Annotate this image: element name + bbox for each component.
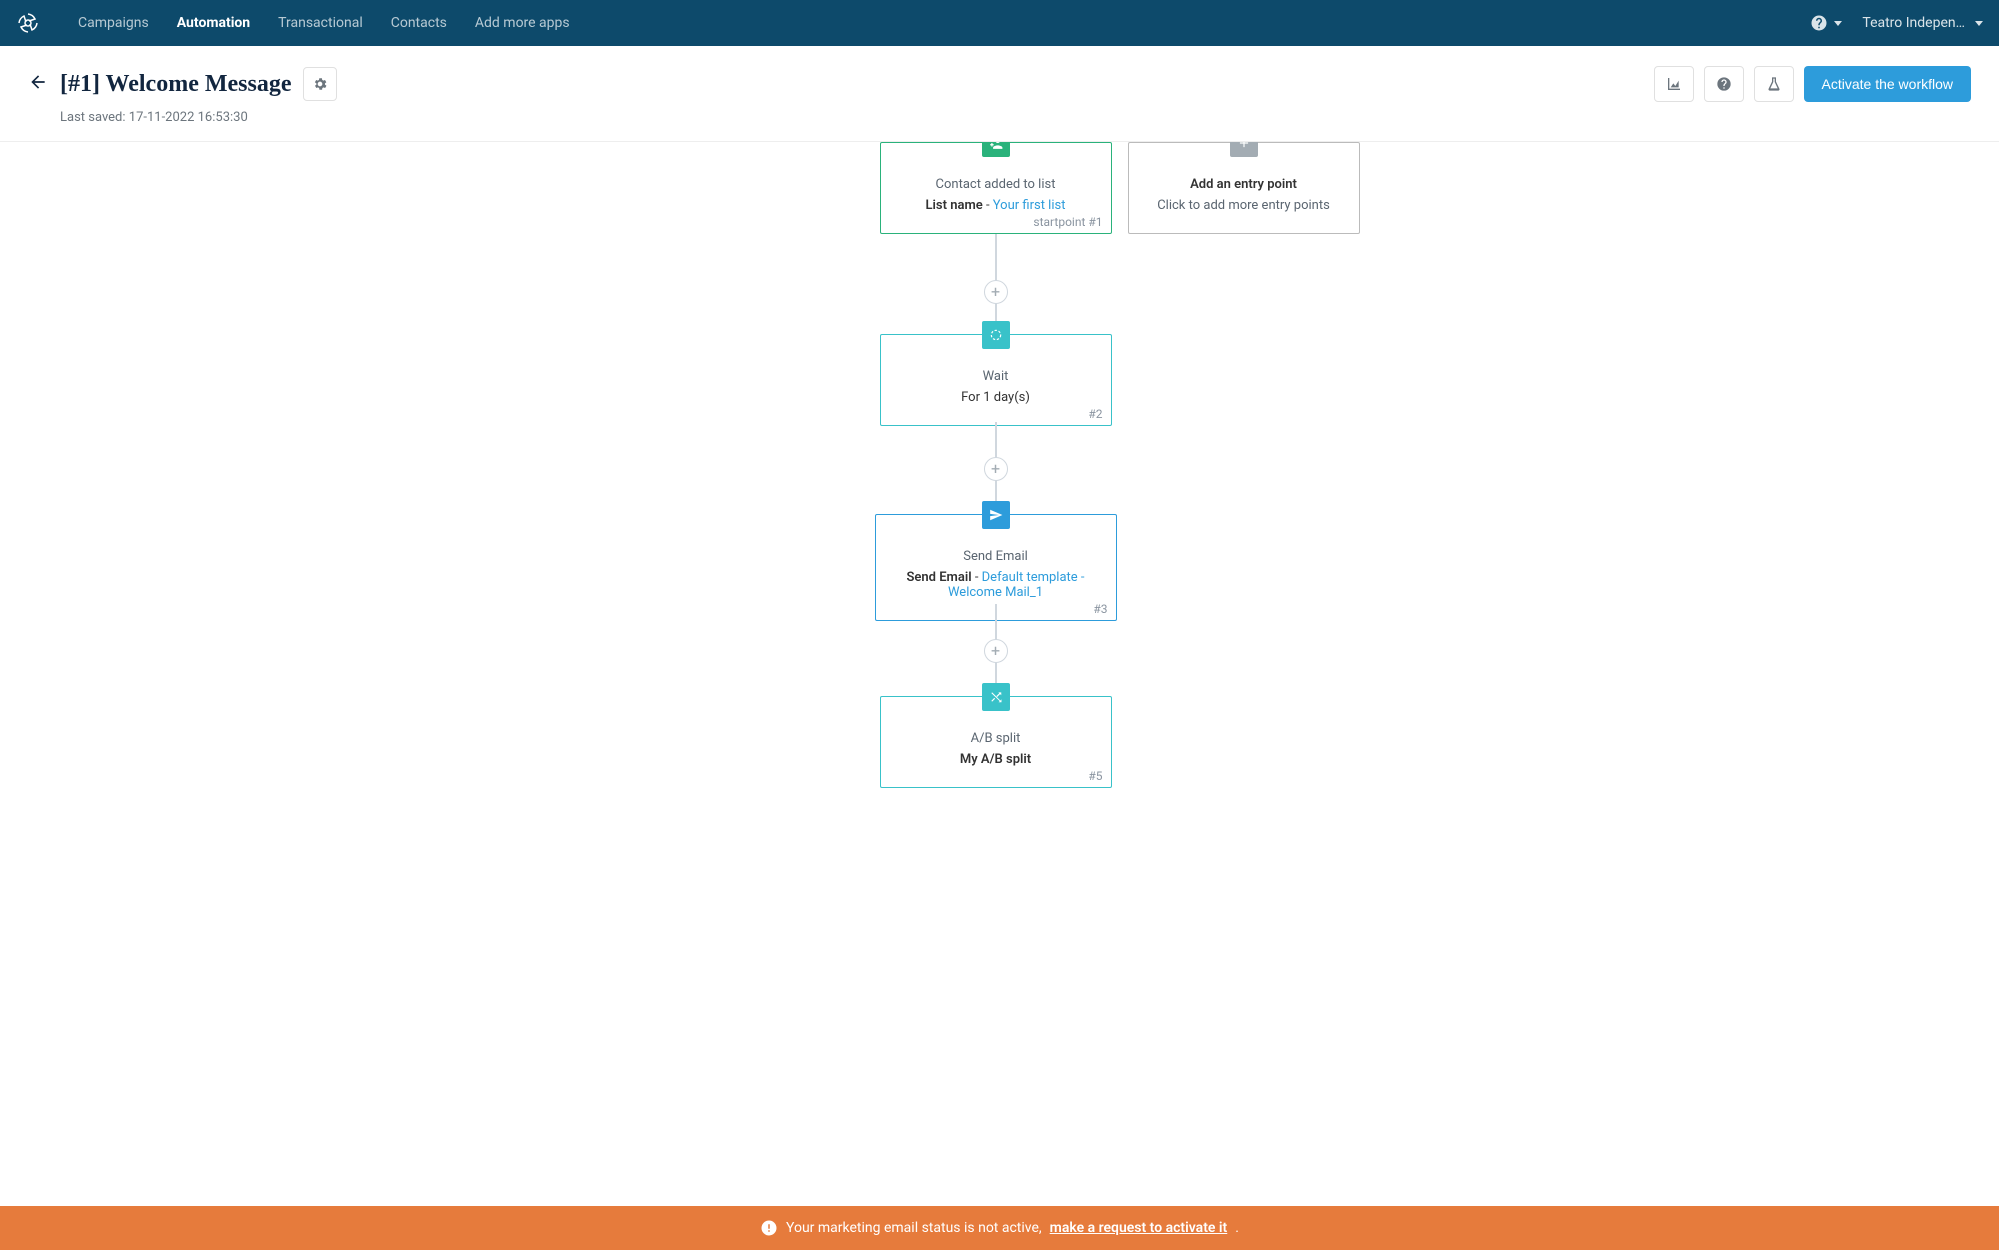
workflow-canvas[interactable]: Contact added to list List name - Your f… [0,142,1999,1210]
add-step-button[interactable]: + [984,280,1008,304]
nav-contacts[interactable]: Contacts [377,0,461,46]
node-wait[interactable]: Wait For 1 day(s) #2 [880,334,1112,426]
plus-icon [1237,142,1251,150]
wait-icon [989,328,1003,342]
node-wait-title: Wait [891,369,1101,384]
stats-button[interactable] [1654,66,1694,102]
node-split-desc-text: My A/B split [960,752,1031,767]
caret-down-icon [1975,21,1983,26]
last-saved: Last saved: 17-11-2022 16:53:30 [60,110,1971,125]
nav-items: Campaigns Automation Transactional Conta… [64,0,584,46]
node-add-entry[interactable]: Add an entry point Click to add more ent… [1128,142,1360,234]
banner-link[interactable]: make a request to activate it [1050,1220,1228,1236]
node-wait-cap [982,321,1010,349]
test-button[interactable] [1754,66,1794,102]
add-step-button[interactable]: + [984,639,1008,663]
nav-campaigns[interactable]: Campaigns [64,0,163,46]
status-banner: Your marketing email status is not activ… [0,1206,1999,1250]
flask-icon [1766,76,1782,92]
add-step-button[interactable]: + [984,457,1008,481]
last-saved-time: 17-11-2022 16:53:30 [129,110,248,125]
node-send-desc: Send Email - Default template -Welcome M… [886,570,1106,600]
nav-automation[interactable]: Automation [163,0,264,46]
activate-workflow-button[interactable]: Activate the workflow [1804,66,1972,102]
shuffle-icon [989,690,1003,704]
subheader-actions: Activate the workflow [1654,66,1972,102]
page-title: [#1] Welcome Message [60,71,291,98]
help-icon [1716,76,1732,92]
user-plus-icon [989,142,1003,150]
node-ab-split[interactable]: A/B split My A/B split #5 [880,696,1112,788]
nav-add-apps[interactable]: Add more apps [461,0,584,46]
subheader-row: [#1] Welcome Message Activate the workfl… [28,66,1971,102]
caret-down-icon [1834,21,1842,26]
node-split-title: A/B split [891,731,1101,746]
account-dropdown[interactable]: Teatro Indepen… [1862,15,1983,31]
node-wait-desc: For 1 day(s) [891,390,1101,405]
brand-logo[interactable] [16,11,40,35]
node-split-wrap: A/B split My A/B split #5 [880,696,1112,788]
node-entry-link[interactable]: Your first list [993,198,1066,213]
node-add-entry-cap [1230,142,1258,157]
node-entry-desc: List name - Your first list [891,198,1101,213]
back-button[interactable] [28,72,48,96]
page-subheader: [#1] Welcome Message Activate the workfl… [0,46,1999,142]
settings-button[interactable] [303,67,337,101]
node-split-tag: #5 [1088,769,1102,783]
send-icon [989,508,1003,522]
node-wait-tag: #2 [1088,407,1102,421]
account-name: Teatro Indepen… [1862,15,1965,31]
node-send-title: Send Email [886,549,1106,564]
node-split-cap [982,683,1010,711]
banner-text: Your marketing email status is not activ… [786,1220,1042,1236]
top-nav: Campaigns Automation Transactional Conta… [0,0,1999,46]
help-dropdown[interactable] [1810,14,1842,32]
node-entry-wrap: Contact added to list List name - Your f… [880,142,1112,234]
alert-icon [760,1219,778,1237]
banner-period: . [1235,1220,1239,1236]
node-entry-title: Contact added to list [891,177,1101,192]
node-send-label: Send Email [906,570,971,585]
gear-icon [312,76,328,92]
chart-icon [1666,76,1682,92]
pinwheel-icon [16,11,40,35]
help-button[interactable] [1704,66,1744,102]
node-send-tag: #3 [1093,602,1107,616]
node-split-desc: My A/B split [891,752,1101,767]
help-icon [1810,14,1828,32]
node-add-entry-subtitle: Click to add more entry points [1139,198,1349,213]
node-add-entry-title: Add an entry point [1139,177,1349,192]
workflow-flow: Contact added to list List name - Your f… [300,142,1700,192]
arrow-left-icon [28,72,48,92]
node-entry[interactable]: Contact added to list List name - Your f… [880,142,1112,234]
node-wait-wrap: Wait For 1 day(s) #2 [880,334,1112,426]
node-send-cap [982,501,1010,529]
nav-right: Teatro Indepen… [1810,14,1983,32]
nav-transactional[interactable]: Transactional [264,0,377,46]
node-send-sep: - [972,570,982,585]
last-saved-prefix: Last saved: [60,110,129,125]
node-entry-cap [982,142,1010,157]
node-entry-tag: startpoint #1 [1033,215,1102,229]
node-entry-sep: - [983,198,993,213]
node-entry-label: List name [926,198,983,213]
node-add-entry-wrap: Add an entry point Click to add more ent… [1128,142,1360,234]
